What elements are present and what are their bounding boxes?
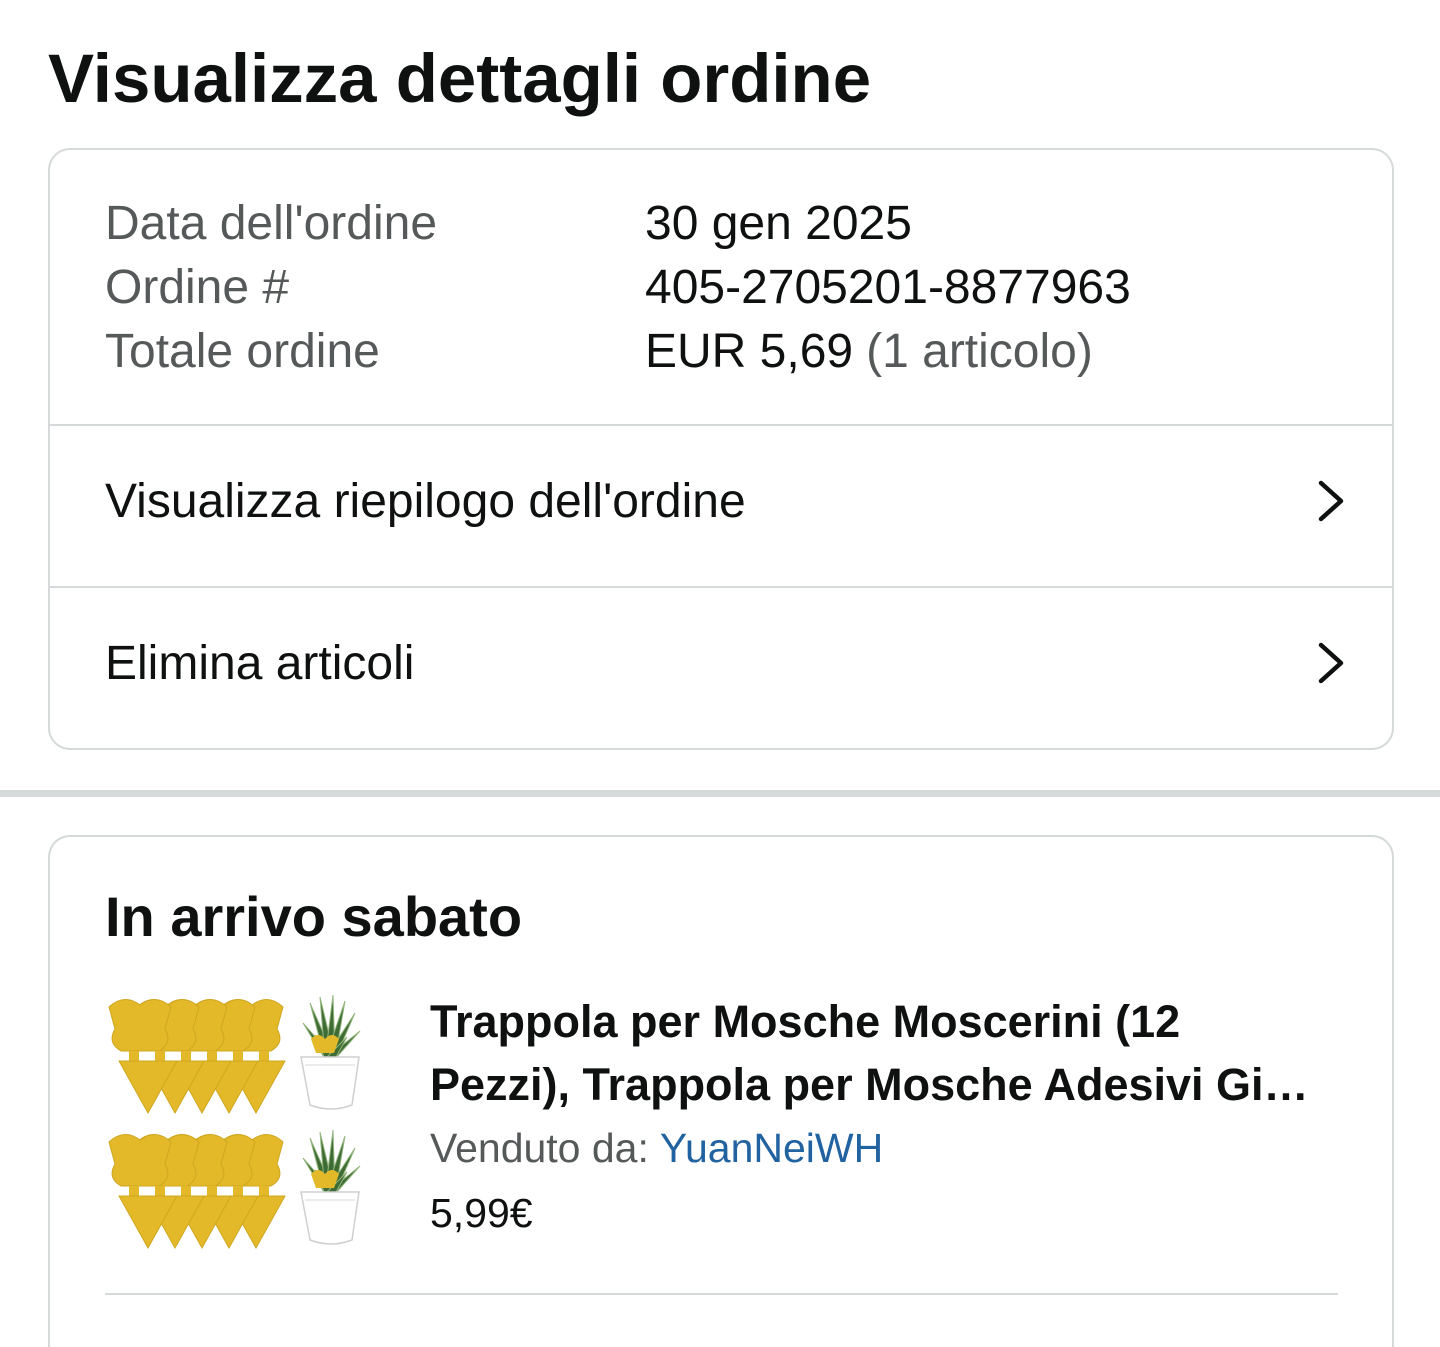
product-price: 5,99€ xyxy=(430,1190,533,1236)
remove-items-row[interactable]: Elimina articoli xyxy=(50,588,1392,748)
delivery-status-heading: In arrivo sabato xyxy=(105,885,523,948)
section-separator xyxy=(0,790,1440,797)
trap-set-image xyxy=(108,1129,361,1249)
sold-by-label: Venduto da: xyxy=(430,1125,649,1171)
order-total-value: EUR 5,69 xyxy=(645,325,854,378)
shipment-card: In arrivo sabato Trappola per Mosche Mos… xyxy=(48,835,1394,1347)
order-total-label: Totale ordine xyxy=(105,325,380,378)
order-item-count: (1 articolo) xyxy=(866,325,1093,378)
trap-set-image xyxy=(108,995,361,1115)
view-order-summary-row[interactable]: Visualizza riepilogo dell'ordine xyxy=(50,426,1392,586)
remove-items-label: Elimina articoli xyxy=(105,637,415,690)
sold-by: Venduto da: YuanNeiWH xyxy=(430,1116,883,1180)
order-number-label: Ordine # xyxy=(105,261,290,314)
order-date-value: 30 gen 2025 xyxy=(645,197,912,250)
page-title: Visualizza dettagli ordine xyxy=(48,40,872,117)
order-total-row: Totale ordine EUR 5,69 (1 articolo) xyxy=(105,320,1392,384)
order-number-value: 405-2705201-8877963 xyxy=(645,261,1131,314)
order-date-label: Data dell'ordine xyxy=(105,197,438,250)
chevron-right-icon xyxy=(1318,642,1344,684)
view-order-summary-label: Visualizza riepilogo dell'ordine xyxy=(105,475,746,528)
order-number-row: Ordine # 405-2705201-8877963 xyxy=(105,256,1392,320)
chevron-right-icon xyxy=(1318,480,1344,522)
seller-link[interactable]: YuanNeiWH xyxy=(660,1125,883,1171)
order-info: Data dell'ordine 30 gen 2025 Ordine # 40… xyxy=(50,150,1392,424)
product-title-link[interactable]: Trappola per Mosche Moscerini (12 Pezzi)… xyxy=(430,990,1325,1116)
product-thumbnail[interactable] xyxy=(105,995,365,1250)
divider xyxy=(105,1293,1338,1295)
order-date-row: Data dell'ordine 30 gen 2025 xyxy=(105,192,1392,256)
order-summary-card: Data dell'ordine 30 gen 2025 Ordine # 40… xyxy=(48,148,1394,750)
